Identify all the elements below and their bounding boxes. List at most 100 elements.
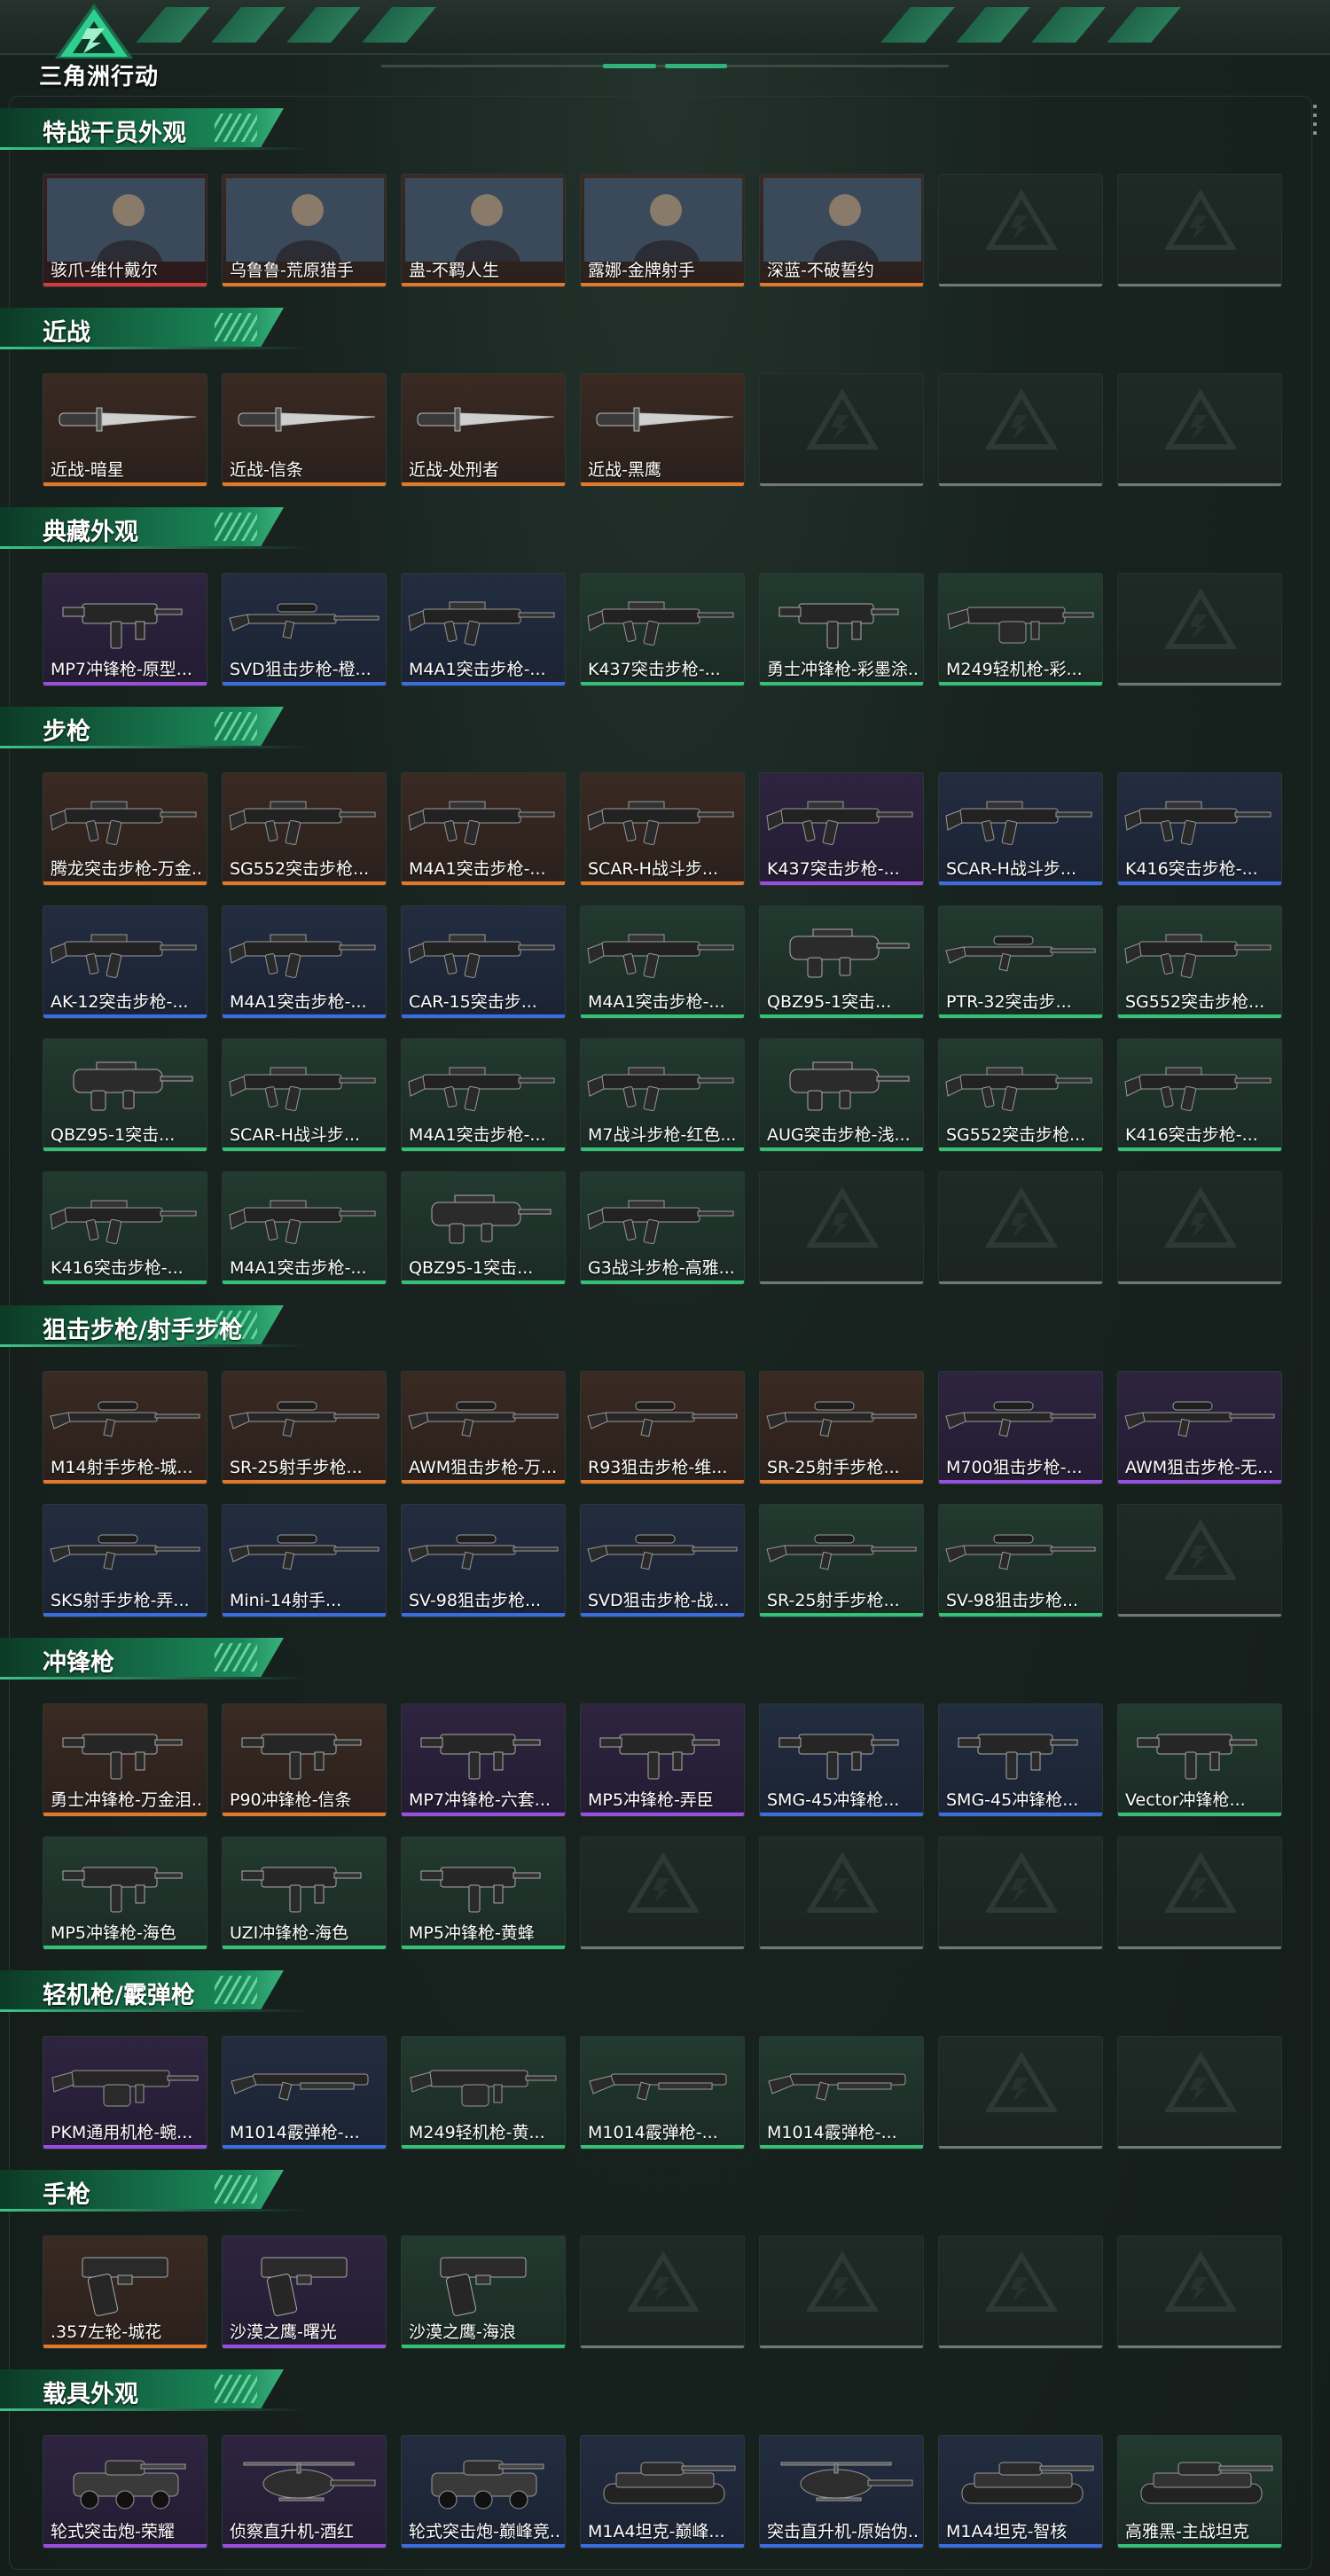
skin-card[interactable]: MP5冲锋枪-黄蜂	[401, 1836, 566, 1950]
skin-card[interactable]: SCAR-H战斗步...	[938, 772, 1103, 886]
rarity-bar	[939, 682, 1102, 685]
skin-card[interactable]: SVD狙击步枪-橙...	[222, 573, 387, 686]
skin-label: SG552突击步枪...	[946, 1125, 1086, 1145]
skin-card[interactable]: AK-12突击步枪-...	[43, 905, 207, 1019]
empty-slot	[759, 1836, 924, 1950]
skin-card[interactable]: AUG突击步枪-浅...	[759, 1038, 924, 1152]
skin-card[interactable]: M700狙击步枪-...	[938, 1371, 1103, 1484]
skin-card[interactable]: SV-98狙击步枪...	[938, 1504, 1103, 1617]
skin-card[interactable]: QBZ95-1突击...	[43, 1038, 207, 1152]
skin-card[interactable]: M1A4坦克-智核	[938, 2435, 1103, 2549]
skin-card[interactable]: P90冲锋枪-信条	[222, 1703, 387, 1817]
skin-card[interactable]: 勇士冲锋枪-彩墨涂...	[759, 573, 924, 686]
skin-card[interactable]: MP7冲锋枪-六套...	[401, 1703, 566, 1817]
skin-card[interactable]: SCAR-H战斗步...	[222, 1038, 387, 1152]
skin-card[interactable]: 蛊-不羁人生	[401, 174, 566, 287]
skin-label: SV-98狙击步枪...	[409, 1591, 542, 1610]
skin-card[interactable]: 突击直升机-原始伪...	[759, 2435, 924, 2549]
skin-card[interactable]: 近战-信条	[222, 373, 387, 487]
rarity-bar	[760, 1014, 923, 1018]
skin-card[interactable]: R93狙击步枪-维...	[580, 1371, 745, 1484]
rarity-bar	[43, 1946, 207, 1949]
skin-card[interactable]: 近战-黑鹰	[580, 373, 745, 487]
skin-card[interactable]: PTR-32突击步...	[938, 905, 1103, 1019]
skin-card[interactable]: 沙漠之鹰-海浪	[401, 2235, 566, 2349]
skin-card[interactable]: 沙漠之鹰-曙光	[222, 2235, 387, 2349]
skin-card[interactable]: SG552突击步枪...	[938, 1038, 1103, 1152]
skin-card[interactable]: SG552突击步枪...	[222, 772, 387, 886]
rarity-bar	[939, 1813, 1102, 1816]
skin-card[interactable]: Vector冲锋枪...	[1117, 1703, 1282, 1817]
skin-card[interactable]: 侦察直升机-酒红	[222, 2435, 387, 2549]
skin-card[interactable]: M1014霰弹枪-...	[759, 2036, 924, 2149]
rarity-bar	[760, 283, 923, 286]
rifle-icon	[226, 777, 384, 860]
rarity-bar	[1118, 1480, 1281, 1484]
skin-card[interactable]: Mini-14射手...	[222, 1504, 387, 1617]
skin-card[interactable]: M4A1突击步枪-...	[222, 1171, 387, 1285]
skin-card[interactable]: SMG-45冲锋枪...	[938, 1703, 1103, 1817]
skin-card[interactable]: K416突击步枪-...	[43, 1171, 207, 1285]
skin-card[interactable]: M249轻机枪-黄...	[401, 2036, 566, 2149]
skin-card[interactable]: 近战-处刑者	[401, 373, 566, 487]
skin-card[interactable]: 骇爪-维什戴尔	[43, 174, 207, 287]
skin-card[interactable]: 乌鲁鲁-荒原猎手	[222, 174, 387, 287]
skin-card[interactable]: M249轻机枪-彩...	[938, 573, 1103, 686]
skin-card[interactable]: 轮式突击炮-荣耀	[43, 2435, 207, 2549]
sniper-icon	[226, 1375, 384, 1459]
skin-card[interactable]: AWM狙击步枪-无...	[1117, 1371, 1282, 1484]
skin-card[interactable]: QBZ95-1突击...	[759, 905, 924, 1019]
skin-card[interactable]: M4A1突击步枪-...	[401, 573, 566, 686]
rarity-bar	[223, 1946, 386, 1949]
skin-card[interactable]: M1014霰弹枪-...	[222, 2036, 387, 2149]
skin-card[interactable]: UZI冲锋枪-海色	[222, 1836, 387, 1950]
rarity-bar	[223, 1480, 386, 1484]
skin-card[interactable]: 勇士冲锋枪-万金泪...	[43, 1703, 207, 1817]
skin-label: AK-12突击步枪-...	[51, 992, 189, 1012]
skin-card[interactable]: AWM狙击步枪-万...	[401, 1371, 566, 1484]
skin-card[interactable]: MP7冲锋枪-原型...	[43, 573, 207, 686]
smg-icon	[47, 1708, 205, 1791]
skin-card[interactable]: SR-25射手步枪...	[759, 1504, 924, 1617]
skin-card[interactable]: .357左轮-城花	[43, 2235, 207, 2349]
skin-card[interactable]: M4A1突击步枪-...	[580, 905, 745, 1019]
skin-card[interactable]: SKS射手步枪-弄...	[43, 1504, 207, 1617]
skin-card[interactable]: K416突击步枪-...	[1117, 772, 1282, 886]
rarity-bar	[223, 1613, 386, 1617]
skin-card[interactable]: PKM通用机枪-蜿...	[43, 2036, 207, 2149]
skin-card[interactable]: SG552突击步枪...	[1117, 905, 1282, 1019]
skin-card[interactable]: CAR-15突击步...	[401, 905, 566, 1019]
skin-card[interactable]: 近战-暗星	[43, 373, 207, 487]
skin-card[interactable]: SR-25射手步枪...	[759, 1371, 924, 1484]
skin-card[interactable]: MP5冲锋枪-弄臣	[580, 1703, 745, 1817]
skin-card[interactable]: 轮式突击炮-巅峰竞...	[401, 2435, 566, 2549]
scrollbar-handle[interactable]	[1312, 105, 1318, 158]
skin-card[interactable]: M1014霰弹枪-...	[580, 2036, 745, 2149]
skin-card[interactable]: 深蓝-不破誓约	[759, 174, 924, 287]
skin-card[interactable]: K437突击步枪-...	[759, 772, 924, 886]
skin-card[interactable]: 高雅黑-主战坦克	[1117, 2435, 1282, 2549]
skin-card[interactable]: SV-98狙击步枪...	[401, 1504, 566, 1617]
skin-card[interactable]: M4A1突击步枪-...	[401, 1038, 566, 1152]
skin-card[interactable]: 露娜-金牌射手	[580, 174, 745, 287]
rarity-bar	[402, 1613, 565, 1617]
skin-card[interactable]: SCAR-H战斗步...	[580, 772, 745, 886]
skin-label: 近战-处刑者	[409, 460, 499, 480]
rarity-bar	[939, 2544, 1102, 2548]
skin-card[interactable]: SR-25射手步枪...	[222, 1371, 387, 1484]
skin-card[interactable]: QBZ95-1突击...	[401, 1171, 566, 1285]
skin-card[interactable]: M1A4坦克-巅峰...	[580, 2435, 745, 2549]
skin-card[interactable]: 腾龙突击步枪-万金...	[43, 772, 207, 886]
empty-slot	[580, 1836, 745, 1950]
skin-card[interactable]: MP5冲锋枪-海色	[43, 1836, 207, 1950]
skin-card[interactable]: G3战斗步枪-高雅...	[580, 1171, 745, 1285]
skin-card[interactable]: M4A1突击步枪-...	[401, 772, 566, 886]
skin-card[interactable]: K437突击步枪-...	[580, 573, 745, 686]
skin-card[interactable]: SVD狙击步枪-战...	[580, 1504, 745, 1617]
skin-card[interactable]: M14射手步枪-城...	[43, 1371, 207, 1484]
skin-card[interactable]: M4A1突击步枪-...	[222, 905, 387, 1019]
skin-card[interactable]: SMG-45冲锋枪...	[759, 1703, 924, 1817]
skin-card[interactable]: K416突击步枪-...	[1117, 1038, 1282, 1152]
skin-card[interactable]: M7战斗步枪-红色...	[580, 1038, 745, 1152]
rarity-bar	[43, 1014, 207, 1018]
